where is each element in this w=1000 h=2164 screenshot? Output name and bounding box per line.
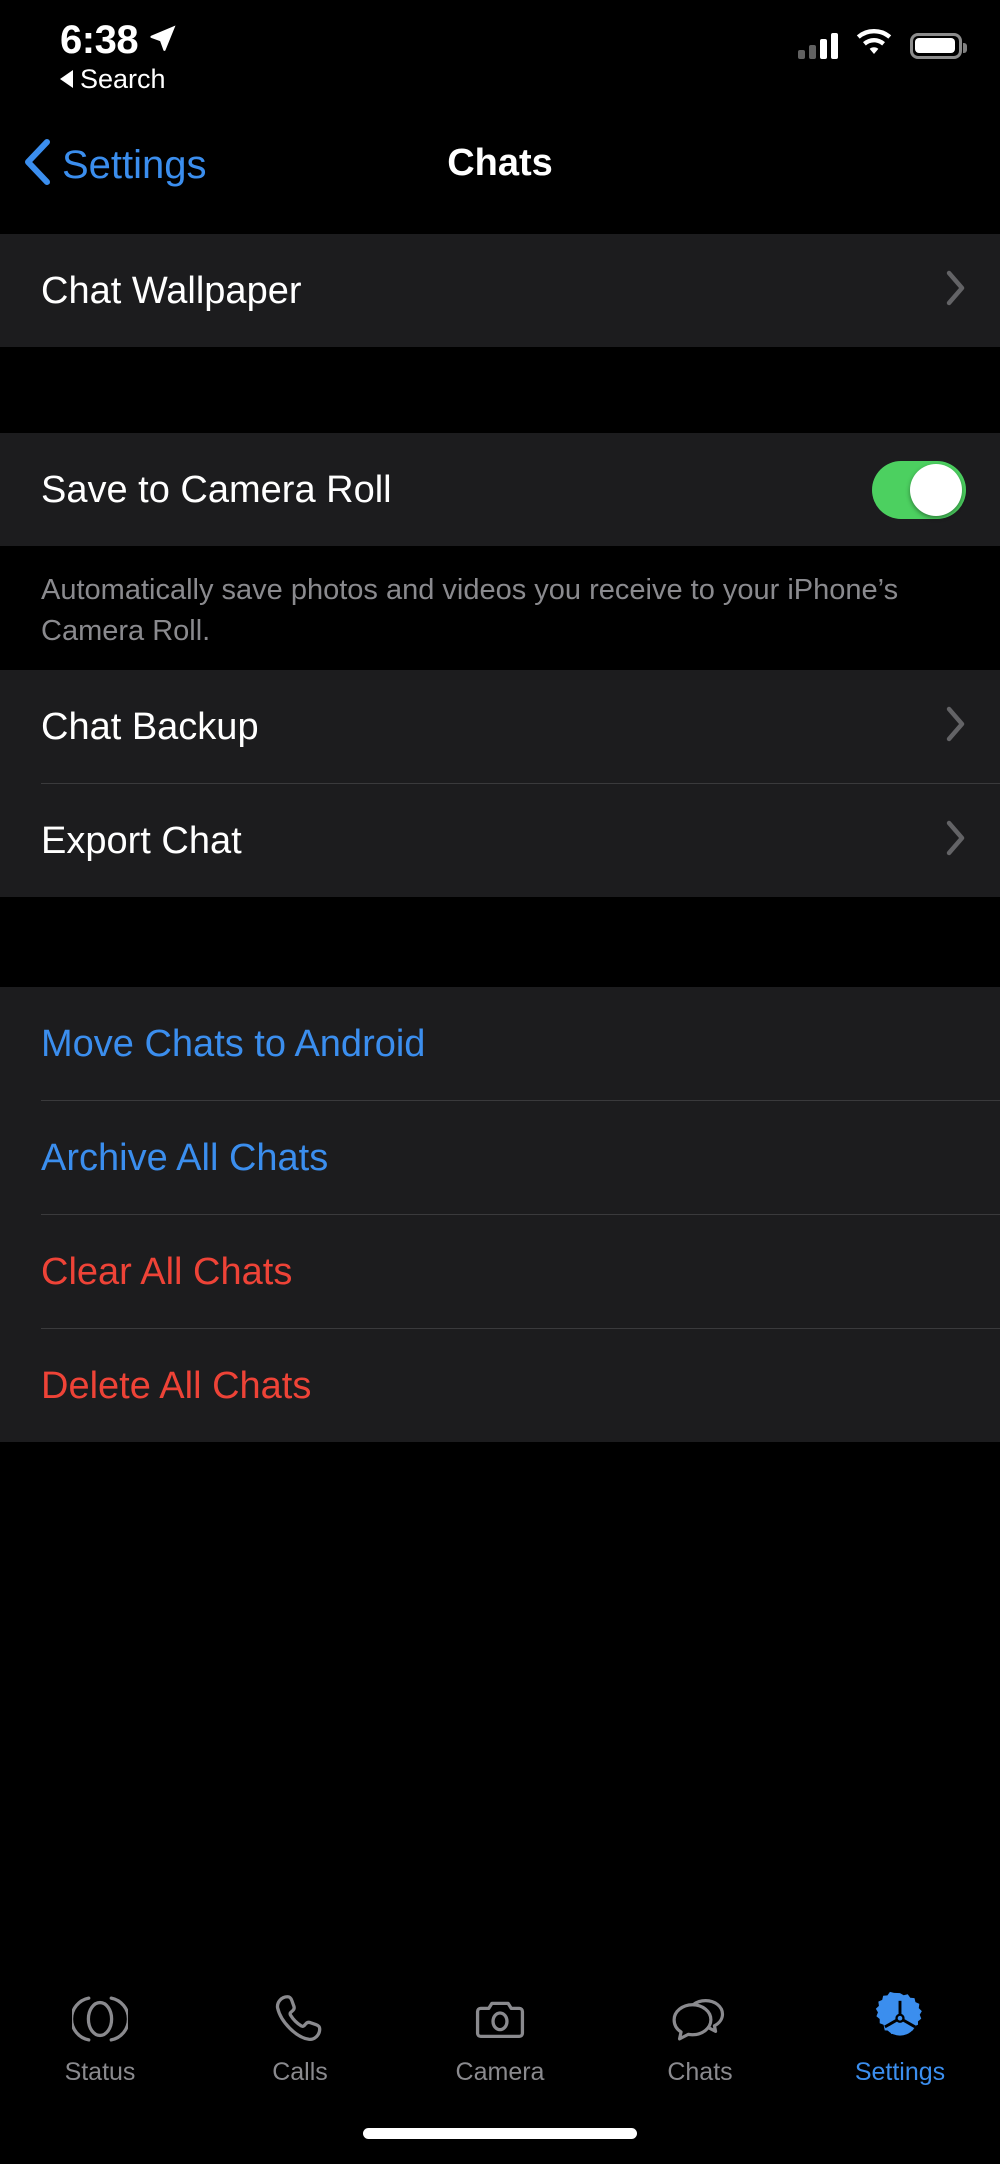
row-delete-all-chats-label: Delete All Chats	[41, 1364, 312, 1407]
row-export-chat-label: Export Chat	[41, 819, 242, 862]
row-clear-all-chats-label: Clear All Chats	[41, 1250, 293, 1293]
section-camera-roll: Save to Camera Roll	[0, 433, 1000, 546]
row-chat-wallpaper[interactable]: Chat Wallpaper	[0, 234, 1000, 347]
triangle-left-icon	[60, 70, 73, 88]
tab-chats[interactable]: Chats	[600, 1988, 800, 2086]
row-archive-all-chats[interactable]: Archive All Chats	[0, 1101, 1000, 1214]
row-chat-wallpaper-label: Chat Wallpaper	[41, 269, 302, 312]
chevron-right-icon	[946, 706, 966, 747]
row-delete-all-chats[interactable]: Delete All Chats	[0, 1329, 1000, 1442]
wifi-icon	[854, 28, 894, 63]
camera-roll-footer-text: Automatically save photos and videos you…	[41, 574, 899, 647]
tab-camera[interactable]: Camera	[400, 1988, 600, 2086]
gear-icon	[871, 1988, 929, 2050]
row-save-to-camera-roll-label: Save to Camera Roll	[41, 468, 392, 511]
status-rings-icon	[72, 1988, 128, 2050]
row-save-to-camera-roll[interactable]: Save to Camera Roll	[0, 433, 1000, 546]
battery-icon	[910, 32, 967, 59]
cellular-signal-icon	[798, 32, 838, 59]
section-backup: Chat Backup Export Chat	[0, 670, 1000, 897]
tab-chats-label: Chats	[667, 2058, 733, 2086]
chevron-right-icon	[946, 270, 966, 311]
toggle-knob	[910, 463, 962, 516]
section-gap-2	[0, 897, 1000, 987]
phone-icon	[272, 1988, 328, 2050]
section-chat-actions: Move Chats to Android Archive All Chats …	[0, 987, 1000, 1442]
row-move-chats-to-android[interactable]: Move Chats to Android	[0, 987, 1000, 1100]
save-to-camera-roll-toggle[interactable]	[872, 460, 966, 519]
chat-bubbles-icon	[670, 1988, 730, 2050]
clock-time: 6:38	[60, 18, 139, 62]
row-archive-all-chats-label: Archive All Chats	[41, 1136, 329, 1179]
location-arrow-icon	[148, 23, 178, 58]
tab-calls-label: Calls	[272, 2058, 328, 2086]
tab-status[interactable]: Status	[0, 1988, 200, 2086]
chevron-right-icon	[946, 820, 966, 861]
row-clear-all-chats[interactable]: Clear All Chats	[0, 1215, 1000, 1328]
camera-roll-footer-note: Automatically save photos and videos you…	[0, 546, 1000, 670]
row-move-chats-to-android-label: Move Chats to Android	[41, 1022, 426, 1065]
home-indicator	[363, 2128, 637, 2139]
tab-calls[interactable]: Calls	[200, 1988, 400, 2086]
tab-settings[interactable]: Settings	[800, 1988, 1000, 2086]
navigation-bar: Settings Chats	[0, 118, 1000, 234]
whatsapp-chats-settings-screen: 6:38 Search Settings Chats Chat Wallpape…	[0, 0, 1000, 2164]
page-title: Chats	[447, 142, 553, 184]
status-time-group: 6:38	[60, 18, 178, 62]
row-chat-backup[interactable]: Chat Backup	[0, 670, 1000, 783]
status-bar: 6:38 Search	[0, 0, 1000, 118]
back-to-search-button[interactable]: Search	[60, 64, 166, 94]
row-chat-backup-label: Chat Backup	[41, 705, 259, 748]
section-wallpaper: Chat Wallpaper	[0, 234, 1000, 347]
status-bar-right	[798, 28, 967, 63]
tab-status-label: Status	[64, 2058, 136, 2086]
section-gap-1	[0, 347, 1000, 433]
row-export-chat[interactable]: Export Chat	[0, 784, 1000, 897]
tab-camera-label: Camera	[455, 2058, 545, 2086]
settings-list: Chat Wallpaper Save to Camera Roll Autom…	[0, 234, 1000, 1442]
status-bar-left: 6:38 Search	[60, 18, 178, 94]
back-to-search-label: Search	[80, 64, 166, 94]
camera-icon	[472, 1988, 528, 2050]
tab-settings-label: Settings	[854, 2058, 946, 2086]
